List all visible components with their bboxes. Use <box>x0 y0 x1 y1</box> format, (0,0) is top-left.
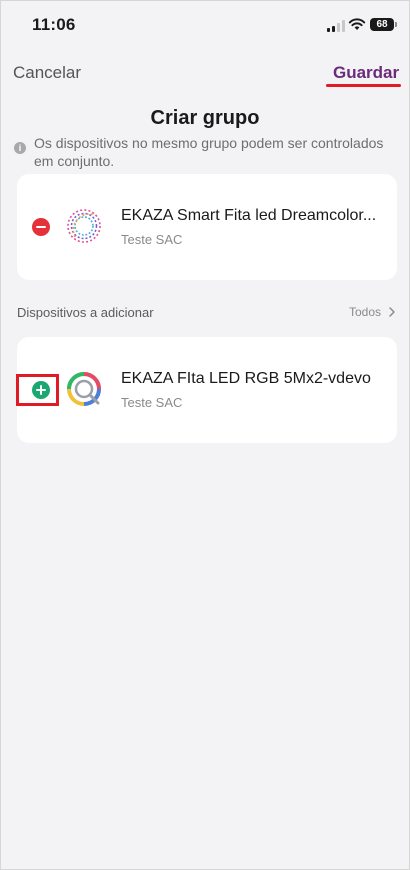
device-name: EKAZA Smart Fita led Dreamcolor... <box>121 207 377 224</box>
info-icon: i <box>14 142 26 154</box>
device-room: Teste SAC <box>121 232 183 247</box>
led-strip-rgb-icon <box>67 372 101 406</box>
group-device-card: EKAZA Smart Fita led Dreamcolor... Teste… <box>17 174 397 280</box>
cellular-signal-icon <box>327 20 345 32</box>
add-button-highlight-box <box>16 374 59 406</box>
status-time: 11:06 <box>32 15 76 34</box>
all-filter-link[interactable]: Todos <box>349 305 381 319</box>
status-bar: 11:06 68 <box>0 0 410 52</box>
remove-device-button[interactable] <box>32 218 50 236</box>
section-label: Dispositivos a adicionar <box>17 305 154 320</box>
wifi-icon <box>348 18 366 30</box>
device-name: EKAZA FIta LED RGB 5Mx2-vdevo <box>121 370 371 387</box>
cancel-button[interactable]: Cancelar <box>13 63 81 83</box>
chevron-right-icon[interactable] <box>386 306 398 318</box>
led-strip-dreamcolor-icon <box>67 209 101 243</box>
device-room: Teste SAC <box>121 395 183 410</box>
battery-icon: 68 <box>370 18 397 31</box>
save-highlight-underline <box>326 84 401 87</box>
info-text: Os dispositivos no mesmo grupo podem ser… <box>34 135 384 169</box>
available-device-card: EKAZA FIta LED RGB 5Mx2-vdevo Teste SAC <box>16 337 397 443</box>
page-title: Criar grupo <box>150 107 260 129</box>
save-button[interactable]: Guardar <box>333 63 399 83</box>
